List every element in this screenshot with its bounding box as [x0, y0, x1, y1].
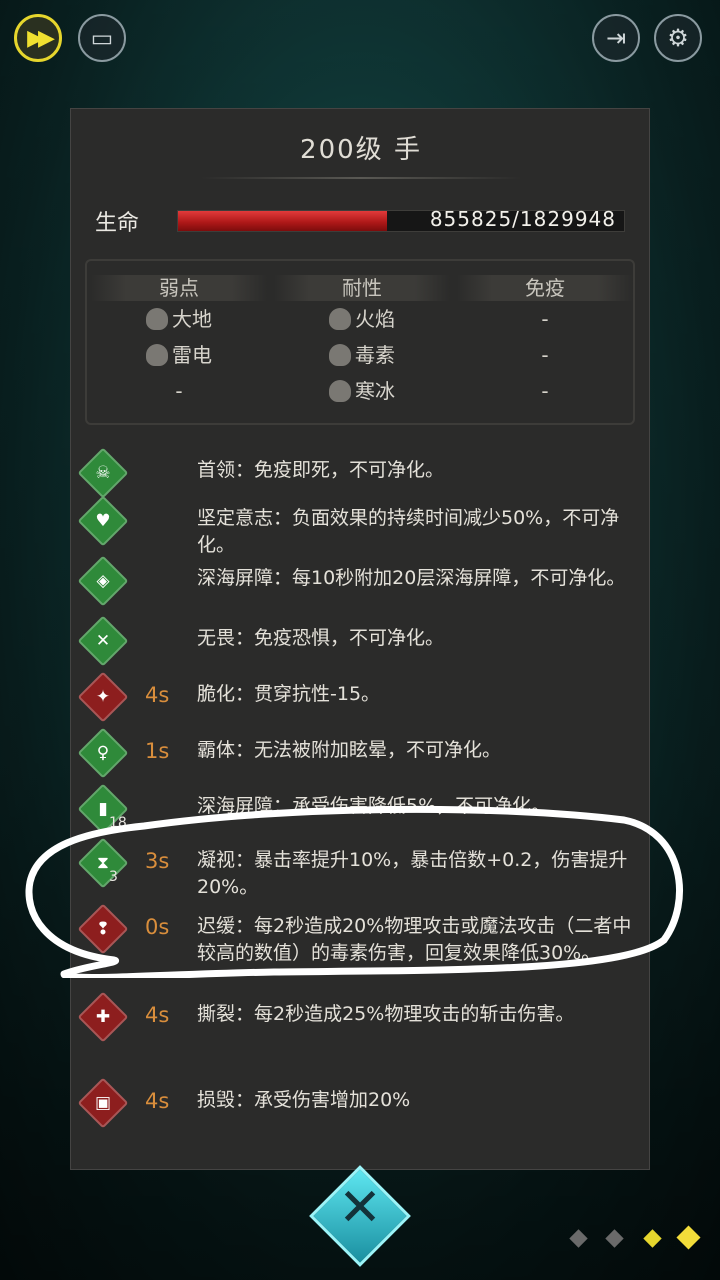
exit-icon: ⇥: [605, 24, 627, 52]
weakness-column: 弱点 大地 雷电 -: [91, 275, 267, 409]
fast-forward-icon: ▶▶: [27, 25, 55, 51]
effect-duration: 1s: [145, 739, 170, 763]
hp-bar-fill: [178, 211, 387, 231]
hp-bar: 855825/1829948: [177, 207, 625, 232]
settings-button[interactable]: ⚙: [654, 14, 702, 62]
crossed-swords-icon: ✕: [95, 631, 111, 651]
screen-toggle-button[interactable]: ▭: [78, 14, 126, 62]
immunity-column: 免疫 - - -: [457, 275, 633, 409]
immunity-header: 免疫: [457, 275, 633, 301]
resistance-item: 寒冰: [274, 373, 450, 409]
exit-button[interactable]: ⇥: [592, 14, 640, 62]
resistance-item: 毒素: [274, 337, 450, 373]
effect-description: 无畏：免疫恐惧，不可净化。: [197, 627, 445, 649]
close-button[interactable]: ✕: [304, 1160, 416, 1272]
effect-description: 撕裂：每2秒造成25%物理攻击的斩击伤害。: [197, 1003, 575, 1025]
monitor-icon: ▭: [90, 24, 114, 52]
effect-duration: 4s: [145, 1003, 170, 1027]
effect-description: 霸体：无法被附加眩晕，不可净化。: [197, 739, 502, 761]
effect-description: 深海屏障：承受伤害降低5%，不可净化。: [197, 795, 551, 817]
weakness-item: 雷电: [91, 337, 267, 373]
shield-icon: ◈: [96, 571, 110, 591]
lightning-icon: [146, 344, 168, 366]
effect-description: 坚定意志：负面效果的持续时间减少50%，不可净化。: [197, 507, 620, 556]
close-icon: ✕: [338, 1178, 382, 1238]
resistance-header: 耐性: [274, 275, 450, 301]
effect-description: 脆化：贯穿抗性-15。: [197, 683, 381, 705]
effect-description: 迟缓：每2秒造成20%物理攻击或魔法攻击（二者中较高的数值）的毒素伤害，回复效果…: [197, 915, 632, 964]
hp-value: 855825/1829948: [429, 207, 616, 231]
resistance-item: 火焰: [274, 301, 450, 337]
resistance-table: 弱点 大地 雷电 - 耐性 火焰 毒素 寒冰 免疫 - - -: [85, 259, 635, 425]
ice-icon: [329, 380, 351, 402]
heart-shield-icon: ♥: [95, 511, 111, 531]
effect-description: 损毁：承受伤害增加20%: [197, 1089, 411, 1111]
title-divider: [201, 177, 521, 179]
effect-description: 凝视：暴击率提升10%，暴击倍数+0.2，伤害提升20%。: [197, 849, 628, 898]
effect-duration: 3s: [145, 849, 170, 873]
effect-duration: 0s: [145, 915, 170, 939]
effect-duration: 4s: [145, 1089, 170, 1113]
effect-stack-count: 18: [109, 815, 127, 831]
earth-icon: [146, 308, 168, 330]
damage-up-icon: ▣: [94, 1093, 112, 1113]
poison-drops-icon: ❢: [95, 919, 111, 939]
weakness-item: 大地: [91, 301, 267, 337]
effect-description: 深海屏障：每10秒附加20层深海屏障，不可净化。: [197, 567, 626, 589]
hp-label: 生命: [95, 211, 140, 236]
weakness-header: 弱点: [91, 275, 267, 301]
effect-duration: 4s: [145, 683, 170, 707]
panel-title: 200级 手: [300, 135, 422, 165]
weakness-item: -: [175, 379, 183, 403]
cross-icon: ✚: [95, 1007, 111, 1027]
fire-icon: [329, 308, 351, 330]
gear-icon: ⚙: [667, 24, 689, 52]
skull-icon: ☠: [95, 463, 111, 483]
enemy-info-panel: 200级 手 生命 855825/1829948 弱点 大地 雷电 - 耐性 火…: [70, 108, 650, 1170]
immunity-item: -: [541, 307, 549, 331]
figure-icon: ♀: [96, 743, 110, 763]
resistance-column: 耐性 火焰 毒素 寒冰: [274, 275, 450, 409]
poison-icon: [329, 344, 351, 366]
broken-armor-icon: ✦: [95, 687, 111, 707]
fast-forward-button[interactable]: ▶▶: [14, 14, 62, 62]
effect-stack-count: 3: [109, 869, 118, 885]
effect-description: 首领：免疫即死，不可净化。: [197, 459, 445, 481]
immunity-item: -: [541, 343, 549, 367]
immunity-item: -: [541, 379, 549, 403]
